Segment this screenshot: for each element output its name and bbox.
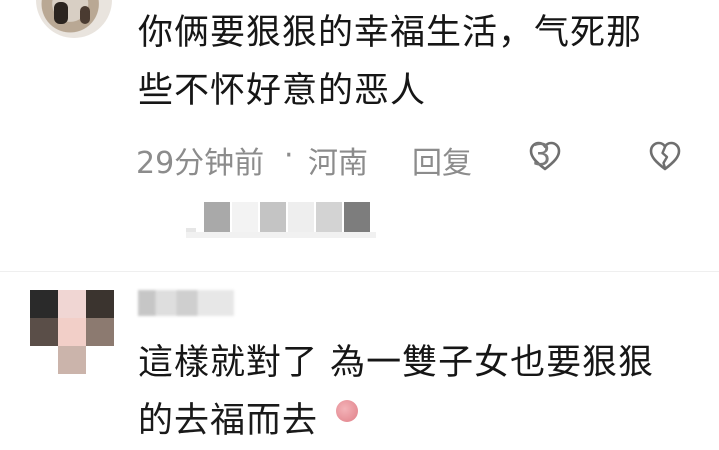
blur-block <box>260 202 286 232</box>
comment-line: 些不怀好意的恶人 <box>138 71 427 111</box>
blur-block <box>186 232 376 238</box>
avatar-pixel <box>58 346 86 374</box>
blur-block <box>316 202 342 232</box>
username[interactable] <box>138 290 234 316</box>
blur-block <box>204 202 230 232</box>
avatar[interactable] <box>30 290 116 378</box>
like-count: 3 <box>532 138 552 173</box>
avatar-detail <box>80 6 90 24</box>
rose-emoji-icon <box>336 400 358 422</box>
avatar-pixel <box>86 318 114 346</box>
comment-line: 這樣就對了 為一雙子女也要狠狠 <box>138 343 655 383</box>
blur-block <box>232 202 258 232</box>
comment-location: 河南 <box>308 146 368 181</box>
avatar-pixel <box>30 290 58 318</box>
avatar-pixel <box>58 318 86 346</box>
comment-text: 你俩要狠狠的幸福生活，气死那 些不怀好意的恶人 <box>138 4 698 120</box>
comment-text: 這樣就對了 為一雙子女也要狠狠 <box>138 334 698 392</box>
blur-block <box>288 202 314 232</box>
comment-time: 29分钟前 <box>136 146 265 181</box>
reply-button[interactable]: 回复 <box>412 138 472 182</box>
comment-line: 你俩要狠狠的幸福生活，气死那 <box>138 13 643 53</box>
dislike-button[interactable] <box>648 136 682 176</box>
avatar[interactable] <box>36 0 112 38</box>
comment-text-partial: 的去福而去 <box>138 392 698 450</box>
like-button[interactable]: 3 <box>528 136 562 176</box>
divider <box>0 271 719 272</box>
avatar-pixel <box>58 290 86 318</box>
broken-heart-icon <box>649 141 681 171</box>
avatar-pixel <box>86 290 114 318</box>
expand-replies-button[interactable] <box>186 198 386 244</box>
blur-block <box>344 202 370 232</box>
meta-separator: · <box>284 138 294 173</box>
avatar-detail <box>54 2 68 24</box>
avatar-pixel <box>30 318 58 346</box>
comment-meta: 29分钟前 · 河南 回复 3 <box>136 136 696 182</box>
comment-line: 的去福而去 <box>138 401 319 441</box>
